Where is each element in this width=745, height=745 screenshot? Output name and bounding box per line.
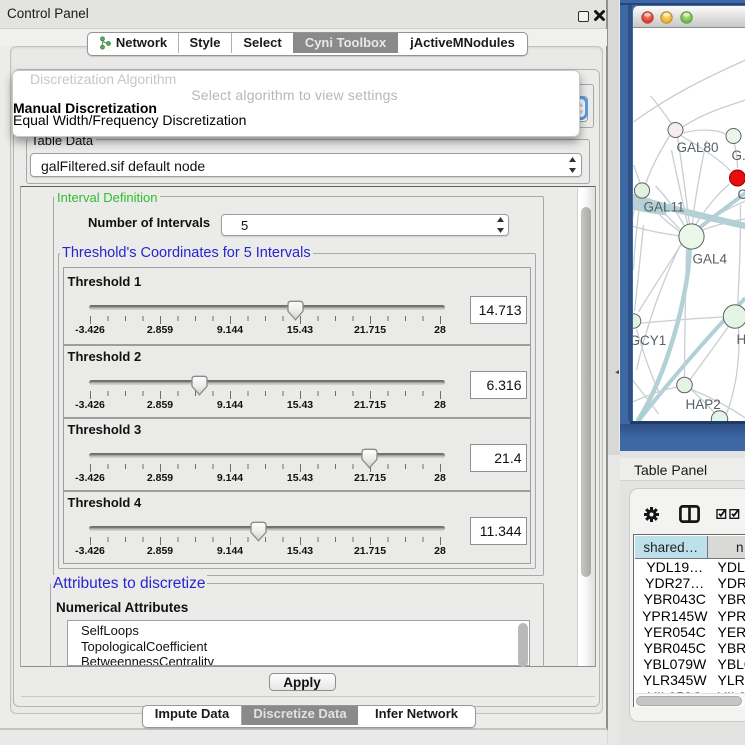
svg-text:GAL80: GAL80 bbox=[676, 140, 718, 155]
svg-text:GAL4: GAL4 bbox=[692, 252, 727, 267]
svg-text:C: C bbox=[737, 187, 745, 202]
svg-text:HAP2: HAP2 bbox=[685, 397, 720, 412]
svg-text:G.: G. bbox=[731, 148, 745, 163]
svg-text:GAL11: GAL11 bbox=[643, 200, 684, 215]
svg-text:GCY1: GCY1 bbox=[633, 333, 666, 348]
svg-text:H: H bbox=[736, 332, 745, 347]
